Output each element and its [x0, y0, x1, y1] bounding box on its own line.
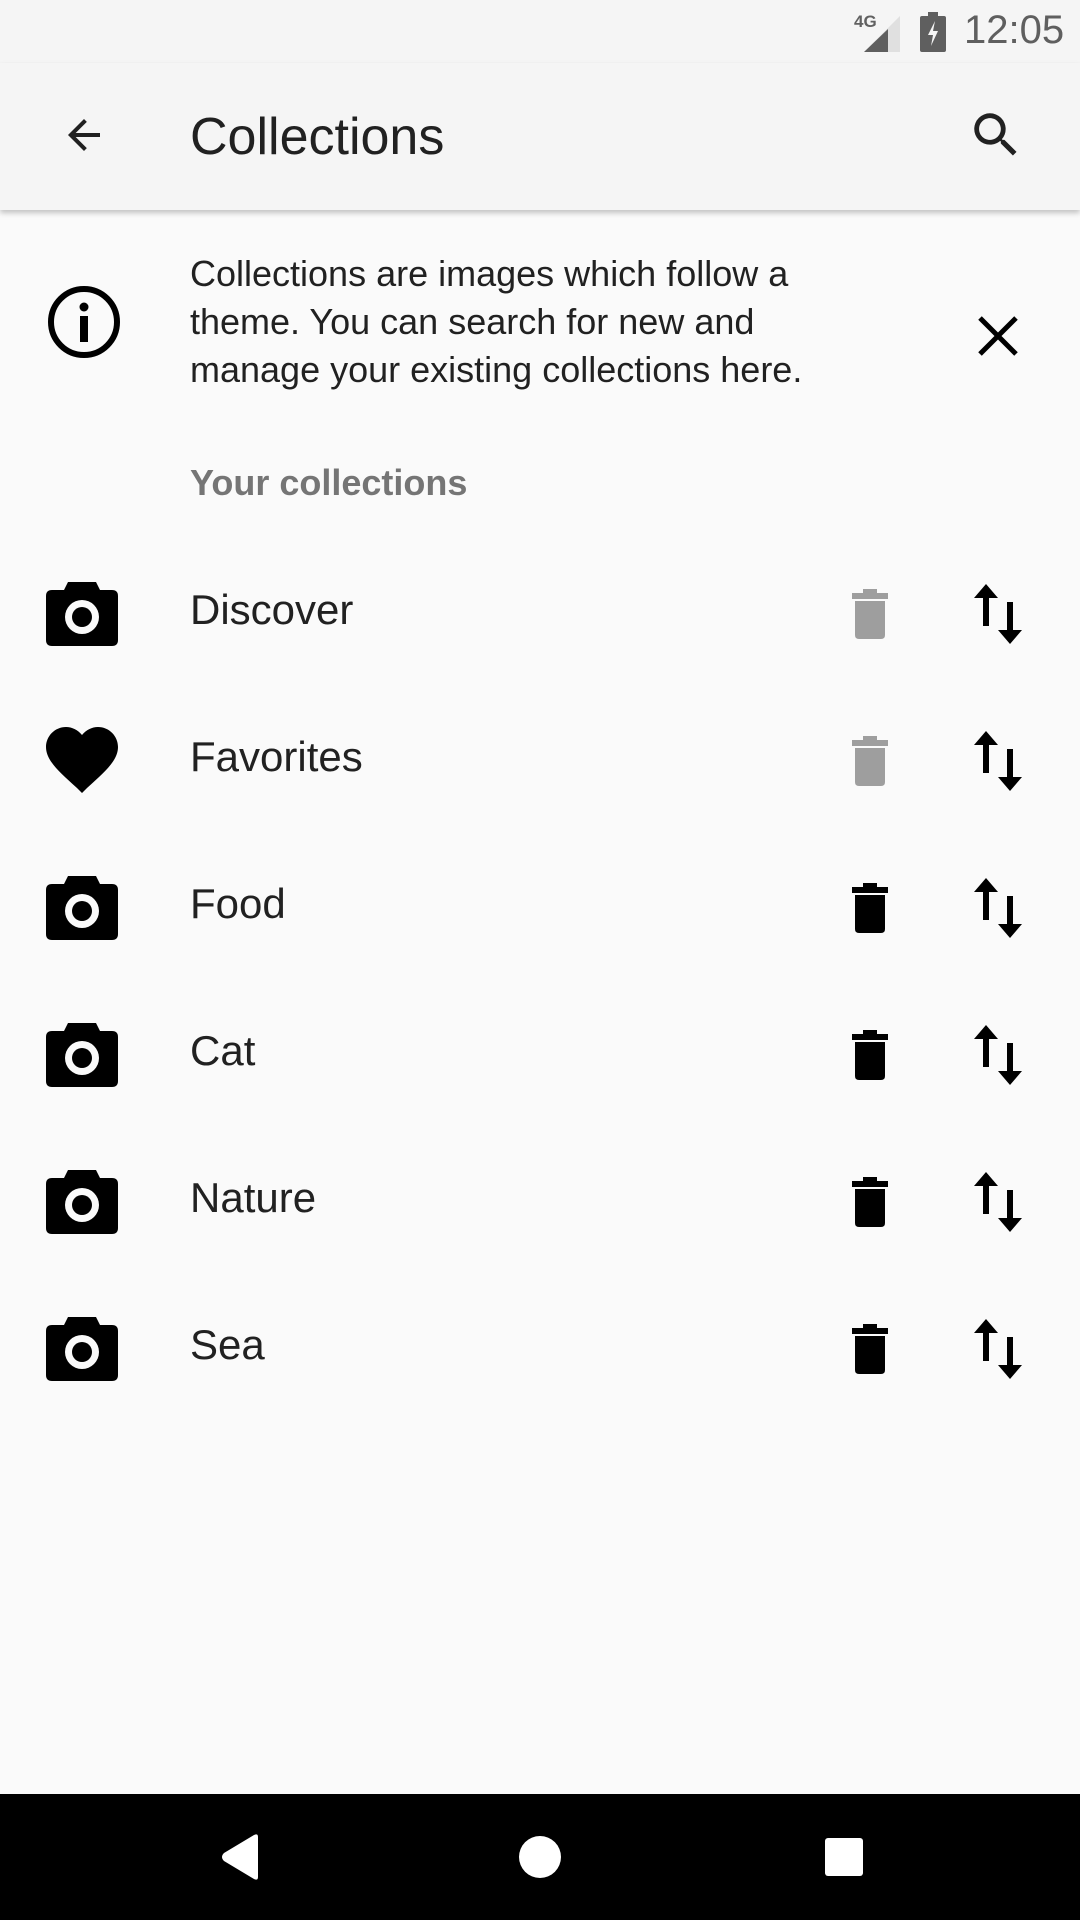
- collection-row-discover[interactable]: Discover: [0, 540, 1080, 687]
- swap-vertical-icon: [974, 1319, 1022, 1379]
- search-button[interactable]: [948, 87, 1044, 183]
- status-time: 12:05: [964, 8, 1065, 52]
- trash-icon: [852, 1177, 888, 1227]
- back-button[interactable]: [36, 87, 132, 183]
- nav-recents-button[interactable]: [804, 1817, 884, 1897]
- reorder-button[interactable]: [950, 713, 1046, 809]
- trash-icon: [852, 589, 888, 639]
- page-title: Collections: [190, 108, 445, 166]
- search-icon: [974, 113, 1017, 156]
- collection-label: Favorites: [190, 733, 363, 780]
- reorder-button[interactable]: [950, 1154, 1046, 1250]
- nav-home-button[interactable]: [500, 1817, 580, 1897]
- swap-vertical-icon: [974, 878, 1022, 938]
- trash-icon: [852, 883, 888, 933]
- nav-home-icon: [519, 1836, 561, 1878]
- content-area: Collections are images which follow a th…: [0, 210, 1080, 1794]
- collection-label: Cat: [190, 1027, 256, 1074]
- delete-button-disabled: [830, 713, 910, 809]
- nav-recents-icon: [825, 1838, 863, 1876]
- trash-icon: [852, 1324, 888, 1374]
- camera-icon: [46, 1315, 118, 1381]
- camera-icon: [46, 1021, 118, 1087]
- app-bar: Collections: [0, 63, 1080, 210]
- arrow-back-icon: [68, 119, 100, 151]
- collection-row-food[interactable]: Food: [0, 834, 1080, 981]
- camera-icon: [46, 874, 118, 940]
- swap-vertical-icon: [974, 1172, 1022, 1232]
- camera-icon: [46, 1168, 118, 1234]
- swap-vertical-icon: [974, 584, 1022, 644]
- delete-button[interactable]: [830, 1301, 910, 1397]
- collection-row-favorites[interactable]: Favorites: [0, 687, 1080, 834]
- heart-icon: [46, 727, 118, 793]
- trash-icon: [852, 1030, 888, 1080]
- delete-button[interactable]: [830, 1154, 910, 1250]
- close-icon: [978, 316, 1018, 356]
- collection-label: Nature: [190, 1174, 317, 1221]
- collection-label: Sea: [190, 1321, 265, 1368]
- collection-label: Discover: [190, 586, 354, 633]
- swap-vertical-icon: [974, 1025, 1022, 1085]
- signal-icon: 4G: [852, 12, 902, 52]
- delete-button[interactable]: [830, 860, 910, 956]
- info-text: Collections are images which follow a th…: [190, 253, 803, 390]
- reorder-button[interactable]: [950, 1007, 1046, 1103]
- swap-vertical-icon: [974, 731, 1022, 791]
- nav-back-button[interactable]: [200, 1817, 280, 1897]
- section-header: Your collections: [190, 462, 468, 503]
- reorder-button[interactable]: [950, 566, 1046, 662]
- battery-icon: [920, 12, 946, 52]
- info-banner: Collections are images which follow a th…: [0, 250, 1080, 420]
- delete-button-disabled: [830, 566, 910, 662]
- collection-row-sea[interactable]: Sea: [0, 1275, 1080, 1422]
- status-bar: 4G 12:05: [0, 0, 1080, 63]
- nav-back-icon: [222, 1834, 258, 1880]
- collections-list: Discover Favorites Food Cat Nature Sea: [0, 540, 1080, 1422]
- collection-label: Food: [190, 880, 286, 927]
- trash-icon: [852, 736, 888, 786]
- collection-row-cat[interactable]: Cat: [0, 981, 1080, 1128]
- reorder-button[interactable]: [950, 860, 1046, 956]
- camera-icon: [46, 580, 118, 646]
- system-nav-bar: [0, 1794, 1080, 1920]
- reorder-button[interactable]: [950, 1301, 1046, 1397]
- info-icon: [46, 284, 122, 365]
- delete-button[interactable]: [830, 1007, 910, 1103]
- collection-row-nature[interactable]: Nature: [0, 1128, 1080, 1275]
- close-info-button[interactable]: [950, 288, 1046, 384]
